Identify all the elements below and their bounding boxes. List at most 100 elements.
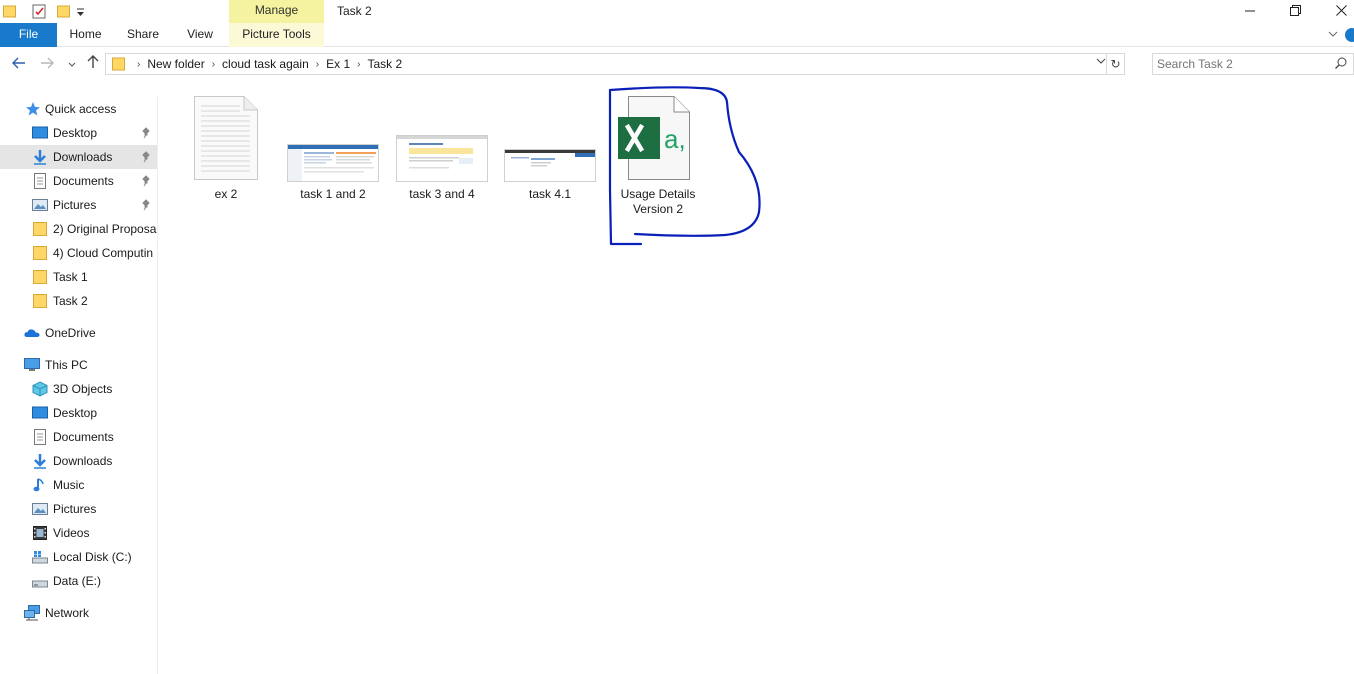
close-icon [1335, 5, 1347, 16]
sidebar-item-label: Data (E:) [53, 574, 102, 588]
chevron-right-icon[interactable]: › [350, 59, 367, 70]
tab-share[interactable]: Share [114, 23, 172, 47]
restore-icon [1289, 5, 1301, 16]
ribbon-tabs: File Home Share View Picture Tools [0, 23, 1354, 47]
folder-icon [3, 4, 16, 19]
expand-ribbon-icon[interactable] [1328, 28, 1338, 38]
window-title: Task 2 [337, 4, 372, 18]
pin-icon[interactable] [141, 199, 151, 211]
folder-icon [32, 269, 48, 285]
sidebar-item-label: Documents [53, 430, 114, 444]
3d-objects-icon [32, 381, 48, 397]
sidebar-item-desktop[interactable]: Desktop [0, 121, 157, 145]
documents-icon [32, 429, 48, 445]
tab-view[interactable]: View [172, 23, 228, 47]
sidebar-item-pc-desktop[interactable]: Desktop [0, 401, 157, 425]
title-bar: Manage Task 2 [0, 0, 1354, 23]
back-button[interactable] [9, 54, 29, 74]
sidebar-item-pc-pictures[interactable]: Pictures [0, 497, 157, 521]
network-icon [24, 605, 40, 621]
local-disk-icon [32, 549, 48, 565]
sidebar-item-label: OneDrive [45, 326, 96, 340]
sidebar-item-label: Task 2 [53, 294, 88, 308]
search-input[interactable] [1157, 56, 1327, 72]
sidebar-item-label: Desktop [53, 126, 98, 140]
new-folder-icon[interactable] [57, 4, 70, 19]
desktop-icon [32, 125, 48, 141]
sidebar-item-videos[interactable]: Videos [0, 521, 157, 545]
close-button[interactable] [1318, 0, 1354, 23]
sidebar-item-pictures[interactable]: Pictures [0, 193, 157, 217]
up-button[interactable] [83, 54, 103, 74]
breadcrumb-item[interactable]: Task 2 [367, 57, 402, 71]
sidebar-item-label: Task 1 [53, 270, 88, 284]
sidebar-item-music[interactable]: Music [0, 473, 157, 497]
tab-home[interactable]: Home [57, 23, 114, 47]
navigation-bar: › New folder › cloud task again › Ex 1 ›… [0, 48, 1354, 80]
breadcrumb-item[interactable]: cloud task again [222, 57, 309, 71]
sidebar-item-label: Desktop [53, 406, 98, 420]
sidebar-item-label: This PC [45, 358, 88, 372]
up-arrow-icon [87, 55, 99, 68]
forward-button[interactable] [37, 54, 57, 74]
sidebar-item-local-disk[interactable]: Local Disk (C:) [0, 545, 157, 569]
chevron-down-icon [68, 62, 76, 67]
pictures-icon [32, 501, 48, 517]
forward-arrow-icon [41, 57, 54, 69]
tab-picture-tools[interactable]: Picture Tools [229, 23, 324, 47]
cloud-icon [23, 325, 40, 341]
sidebar-item-label: Downloads [53, 454, 113, 468]
sidebar-item-task-2[interactable]: Task 2 [0, 289, 157, 313]
sidebar-item-label: 2) Original Proposal [53, 222, 157, 236]
sidebar-item-label: Network [45, 606, 90, 620]
chevron-right-icon[interactable]: › [205, 59, 222, 70]
sidebar-item-data-drive[interactable]: Data (E:) [0, 569, 157, 593]
sidebar-item-label: Pictures [53, 198, 97, 212]
sidebar-item-network[interactable]: Network [0, 601, 157, 625]
help-icon[interactable] [1345, 28, 1354, 42]
chevron-right-icon[interactable]: › [309, 59, 326, 70]
minimize-icon [1245, 10, 1255, 12]
folder-icon [32, 293, 48, 309]
sidebar-item-task-1[interactable]: Task 1 [0, 265, 157, 289]
pin-icon[interactable] [141, 127, 151, 139]
manage-contextual-tab[interactable]: Manage [229, 0, 324, 23]
minimize-button[interactable] [1227, 0, 1273, 23]
breadcrumb-item[interactable]: Ex 1 [326, 57, 350, 71]
search-icon[interactable] [1335, 57, 1347, 72]
pin-icon[interactable] [141, 151, 151, 163]
sidebar-item-quick-access[interactable]: Quick access [0, 97, 157, 121]
sidebar-item-original-proposal[interactable]: 2) Original Proposal [0, 217, 157, 241]
documents-icon [32, 173, 48, 189]
highlight-annotation [608, 86, 761, 246]
sidebar-item-this-pc[interactable]: This PC [0, 353, 157, 377]
music-icon [32, 477, 48, 493]
sidebar-item-cloud-computing[interactable]: 4) Cloud Computin [0, 241, 157, 265]
sidebar-item-3d-objects[interactable]: 3D Objects [0, 377, 157, 401]
chevron-right-icon[interactable]: › [130, 59, 147, 70]
sidebar-item-pc-downloads[interactable]: Downloads [0, 449, 157, 473]
navigation-pane: Quick access Desktop Downloads Documents… [0, 97, 158, 674]
sidebar-item-onedrive[interactable]: OneDrive [0, 321, 157, 345]
breadcrumb-item[interactable]: New folder [147, 57, 204, 71]
customize-quick-access-icon[interactable] [76, 6, 85, 21]
address-dropdown-icon[interactable] [1096, 56, 1106, 69]
properties-icon[interactable] [32, 4, 47, 19]
back-arrow-icon [12, 57, 25, 69]
pin-icon[interactable] [141, 175, 151, 187]
restore-button[interactable] [1272, 0, 1318, 23]
folder-icon [32, 221, 48, 237]
downloads-icon [32, 149, 48, 165]
refresh-icon[interactable]: ↻ [1106, 54, 1124, 74]
sidebar-item-label: Downloads [53, 150, 113, 164]
sidebar-item-pc-documents[interactable]: Documents [0, 425, 157, 449]
sidebar-item-label: Documents [53, 174, 114, 188]
sidebar-item-downloads[interactable]: Downloads [0, 145, 157, 169]
address-bar[interactable]: › New folder › cloud task again › Ex 1 ›… [105, 53, 1125, 75]
recent-locations-button[interactable] [62, 54, 82, 74]
sidebar-item-documents[interactable]: Documents [0, 169, 157, 193]
breadcrumb: › New folder › cloud task again › Ex 1 ›… [130, 54, 402, 74]
sidebar-item-label: Local Disk (C:) [53, 550, 132, 564]
tab-file[interactable]: File [0, 23, 57, 47]
search-box[interactable] [1152, 53, 1354, 75]
